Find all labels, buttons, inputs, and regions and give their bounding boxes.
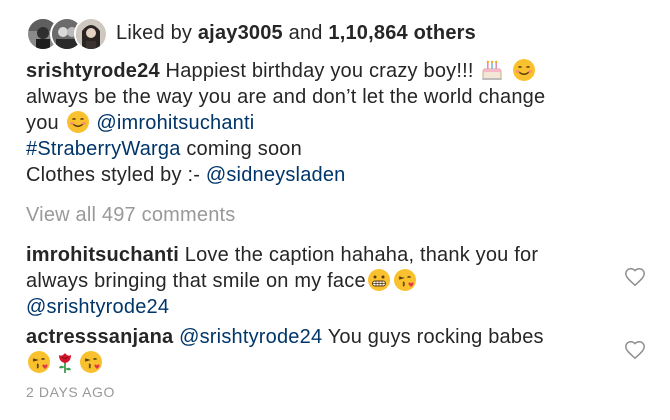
liker-avatars[interactable] <box>26 17 108 51</box>
face-blowing-kiss-emoji-icon <box>393 268 417 292</box>
post-timestamp: 2 DAYS AGO <box>26 384 115 400</box>
face-blowing-kiss-emoji-icon <box>79 350 103 374</box>
likes-prefix: Liked by <box>116 21 193 44</box>
grimacing-face-emoji-icon <box>367 268 391 292</box>
caption-text: Happiest birthday you crazy boy!!! <box>165 60 474 82</box>
comment: imrohitsuchanti Love the caption hahaha,… <box>26 242 606 320</box>
likes-and: and <box>288 21 323 44</box>
comment: actresssanjana @srishtyrode24 You guys r… <box>26 324 606 376</box>
liker-username[interactable]: ajay3005 <box>198 22 283 44</box>
comment-text: Love the caption hahaha, thank you for <box>184 244 539 266</box>
birthday-cake-emoji-icon <box>480 58 504 82</box>
face-blowing-kiss-emoji-icon <box>27 350 51 374</box>
likes-count[interactable]: 1,10,864 <box>328 22 407 44</box>
like-comment-heart-icon[interactable] <box>624 266 646 288</box>
caption-text: always be the way you are and don’t let … <box>26 86 546 108</box>
comment-username[interactable]: imrohitsuchanti <box>26 244 179 266</box>
post-comments-section: Liked by ajay3005 and 1,10,864 others sr… <box>0 0 670 420</box>
comment-username[interactable]: actresssanjana <box>26 326 173 348</box>
caption-mention-link[interactable]: @sidneysladen <box>206 164 346 186</box>
comment-text: You guys rocking babes <box>327 326 544 348</box>
comment-text: always bringing that smile on my face <box>26 270 366 292</box>
caption-text: you <box>26 112 59 134</box>
comment-mention-link[interactable]: @srishtyrode24 <box>26 296 169 318</box>
likes-row: Liked by ajay3005 and 1,10,864 others <box>26 16 476 51</box>
likes-others[interactable]: others <box>414 22 476 44</box>
post-caption: srishtyrode24 Happiest birthday you craz… <box>26 58 626 188</box>
likes-summary: Liked by ajay3005 and 1,10,864 others <box>116 22 476 45</box>
caption-text: Clothes styled by :- <box>26 164 201 186</box>
caption-hashtag-link[interactable]: #StraberryWarga <box>26 138 181 160</box>
caption-mention-link[interactable]: @imrohitsuchanti <box>96 112 254 134</box>
smiling-face-emoji-icon <box>66 110 90 134</box>
caption-username[interactable]: srishtyrode24 <box>26 60 160 82</box>
smiling-face-emoji-icon <box>512 58 536 82</box>
comment-mention-link[interactable]: @srishtyrode24 <box>179 326 322 348</box>
avatar[interactable] <box>74 17 108 51</box>
rose-emoji-icon <box>53 350 77 374</box>
caption-text: coming soon <box>186 138 302 160</box>
view-all-comments-link[interactable]: View all 497 comments <box>26 202 235 228</box>
like-comment-heart-icon[interactable] <box>624 339 646 361</box>
